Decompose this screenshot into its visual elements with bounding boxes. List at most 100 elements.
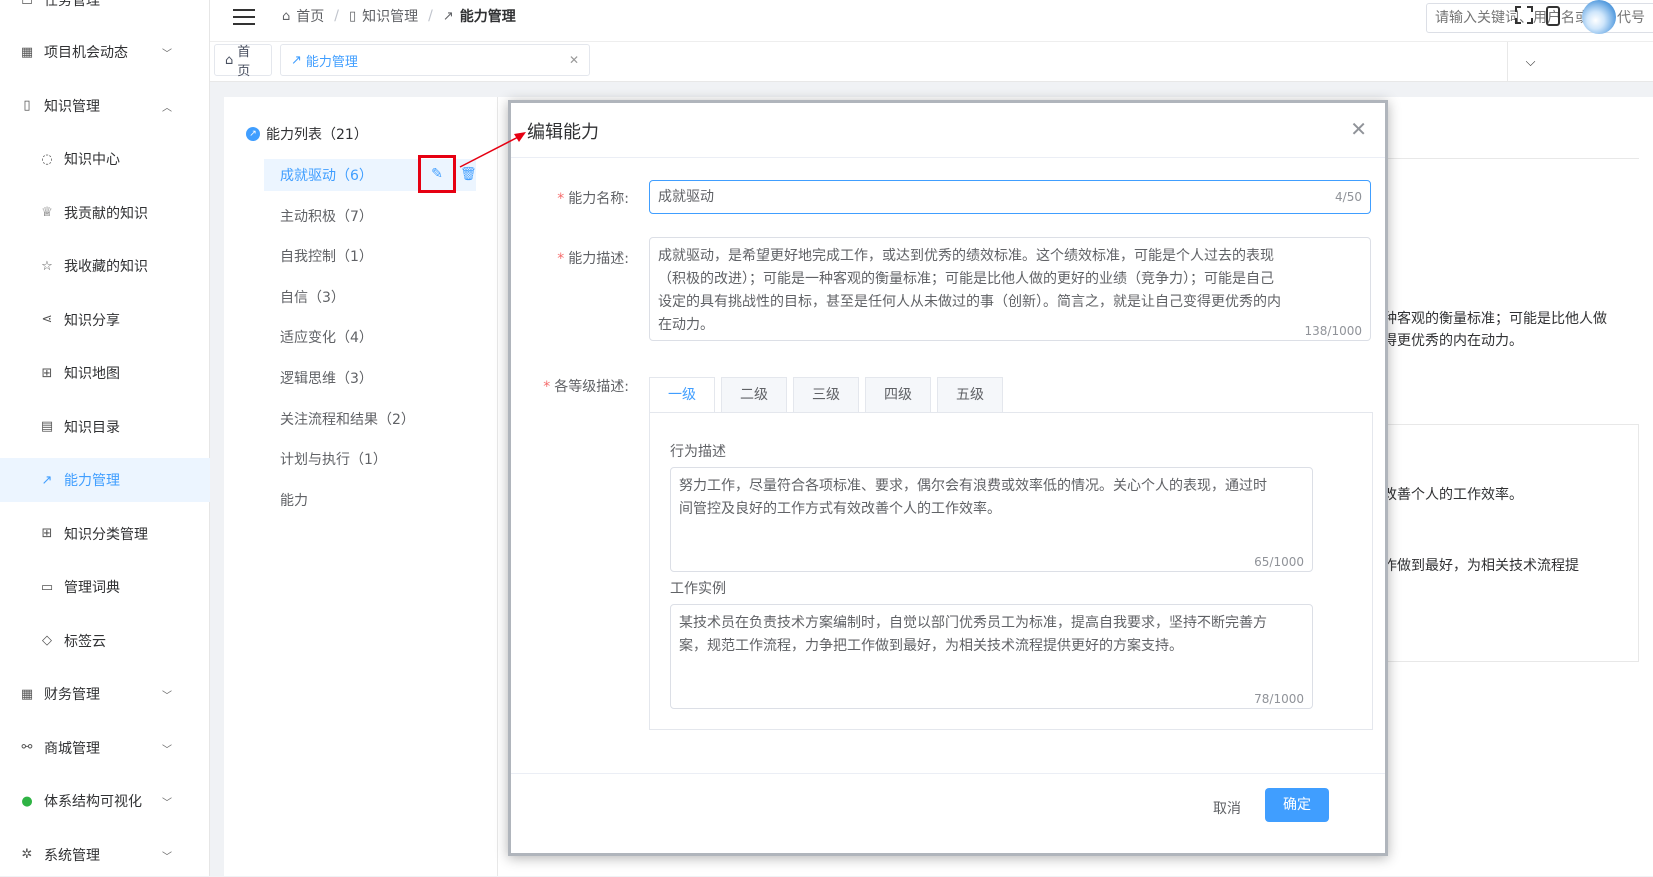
calendar-icon: ▦ (20, 44, 34, 60)
home-icon: ⌂ (225, 52, 234, 68)
trend-icon: ↗ (442, 8, 454, 24)
cancel-button[interactable]: 取消 (1199, 792, 1255, 826)
background-text: 得更优秀的内在动力。 (1383, 333, 1523, 349)
level-tab[interactable]: 四级 (865, 377, 931, 413)
level-tab[interactable]: 五级 (937, 377, 1003, 413)
sidebar-item[interactable]: ⚯ 商城管理 ﹀ (0, 726, 210, 770)
sidebar-item[interactable]: ◌ 知识中心 (0, 137, 210, 181)
dialog-footer: 取消 确定 (511, 773, 1385, 853)
trend-icon: ↗ (246, 127, 260, 141)
tree-item[interactable]: 成就驱动（6） ✎ 🗑 (264, 155, 477, 193)
sidebar-item-label: 我收藏的知识 (64, 259, 148, 275)
sidebar-item-label: 管理词典 (64, 580, 120, 596)
search-box: ⚲ (1426, 3, 1653, 33)
chevron-down-icon: ﹀ (162, 851, 172, 863)
grid-icon: ⊞ (41, 526, 53, 541)
chevron-down-icon: ⌵ (1525, 54, 1536, 70)
avatar[interactable] (1582, 0, 1616, 34)
sidebar-item[interactable]: ✲ 系统管理 ﹀ (0, 833, 210, 877)
tree-item[interactable]: 适应变化（4） (264, 321, 464, 353)
close-icon[interactable]: ✕ (569, 53, 579, 67)
tab-ability[interactable]: ↗ 能力管理 ✕ (280, 44, 590, 76)
chevron-up-icon: ︿ (162, 102, 172, 114)
level-tab[interactable]: 二级 (721, 377, 787, 413)
sidebar-item-label: 系统管理 (44, 847, 100, 864)
close-icon[interactable]: ✕ (1350, 117, 1367, 141)
sidebar-item[interactable]: ▤ 知识目录 (0, 405, 210, 449)
fullscreen-icon[interactable] (1515, 6, 1533, 24)
tree-item[interactable]: 逻辑思维（3） (264, 362, 464, 394)
name-label: * 能力名称: (557, 191, 629, 207)
sidebar-item-label: 标签云 (64, 633, 106, 650)
sidebar-item-label: 知识中心 (64, 152, 120, 168)
task-icon: ☐ (21, 0, 33, 8)
sidebar-item-label: 体系结构可视化 (44, 794, 142, 810)
sitemap-icon: ⊞ (41, 365, 53, 381)
sidebar-item[interactable]: ⊞ 知识地图 (0, 351, 210, 395)
behavior-label: 行为描述 (670, 444, 726, 460)
sidebar-item[interactable]: ▭ 管理词典 (0, 565, 210, 609)
level-tabs: 一级 二级 三级 四级 五级 行为描述 努力工作，尽量符合各项标准、要求，偶尔会有浪费或… (649, 377, 1373, 743)
sidebar-item-label: 知识地图 (64, 366, 120, 382)
sidebar-item-label: 商城管理 (44, 740, 100, 757)
behavior-textarea[interactable]: 努力工作，尽量符合各项标准、要求，偶尔会有浪费或效率低的情况。关心个人的表现，通… (670, 467, 1313, 572)
sidebar-item-label: 知识目录 (64, 419, 120, 436)
background-text: 作做到最好，为相关技术流程提 (1383, 558, 1579, 574)
sidebar-item[interactable]: ▦ 财务管理 ﹀ (0, 672, 210, 716)
search-input[interactable] (1427, 4, 1653, 32)
ability-desc-textarea[interactable]: 成就驱动，是希望更好地完成工作，或达到优秀的绩效标准。这个绩效标准，可能是个人过… (649, 237, 1371, 341)
sidebar-item[interactable]: ⋖ 知识分享 (0, 298, 210, 342)
sidebar-item[interactable]: ♕ 我贡献的知识 (0, 191, 210, 235)
breadcrumb-knowledge[interactable]: 知识管理 (362, 6, 418, 26)
sidebar-item[interactable]: ↗ 能力管理 (0, 458, 210, 502)
sidebar-item[interactable]: ◇ 标签云 (0, 619, 210, 663)
breadcrumb: ⌂ 首页 / ▯ 知识管理 / ↗ 能力管理 (282, 6, 516, 26)
book-icon: ▯ (348, 8, 357, 24)
dialog-title: 编辑能力 (527, 122, 599, 143)
level-tab[interactable]: 一级 (649, 377, 715, 413)
char-count: 4/50 (1335, 190, 1362, 204)
sidebar-item-label: 知识分享 (64, 312, 120, 329)
edit-ability-dialog: 编辑能力 ✕ * 能力名称: 成就驱动 4/50 * 能力描述: 成就驱动，是希望更… (508, 100, 1388, 856)
dialog-header: 编辑能力 ✕ (511, 103, 1385, 158)
delete-icon[interactable]: 🗑 (460, 167, 477, 182)
mobile-icon[interactable] (1546, 6, 1560, 26)
char-count: 138/1000 (1304, 324, 1363, 338)
sidebar-item[interactable]: ▦ 项目机会动态 ﹀ (0, 30, 210, 74)
tree-root[interactable]: ↗ 能力列表（21） (246, 124, 368, 144)
ability-name-input[interactable]: 成就驱动 4/50 (649, 180, 1371, 214)
tree-item[interactable]: 关注流程和结果（2） (264, 403, 464, 435)
list-icon: ▤ (40, 419, 54, 434)
edit-icon[interactable]: ✎ (418, 155, 456, 193)
tab-home[interactable]: ⌂ 首页 (214, 44, 272, 79)
breadcrumb-current: 能力管理 (459, 9, 516, 25)
confirm-button[interactable]: 确定 (1265, 788, 1329, 822)
breadcrumb-home[interactable]: 首页 (296, 6, 324, 26)
sidebar-item-label: 能力管理 (64, 473, 120, 489)
menu-toggle-icon[interactable] (233, 9, 255, 25)
tree-item[interactable]: 主动积极（7） (264, 200, 464, 232)
example-textarea[interactable]: 某技术员在负责技术方案编制时，自觉以部门优秀员工为标准，提高自我要求，坚持不断完… (670, 604, 1313, 709)
shop-icon: ⚯ (21, 740, 33, 755)
sidebar-item[interactable]: ⊞ 知识分类管理 (0, 512, 210, 556)
tree-item[interactable]: 自我控制（1） (264, 240, 464, 272)
level-tab[interactable]: 三级 (793, 377, 859, 413)
sidebar-item-task[interactable]: ☐ 任务管理 (0, 0, 210, 22)
dictionary-icon: ▭ (40, 579, 54, 595)
tree-item[interactable]: 自信（3） (264, 281, 464, 313)
tree-item[interactable]: 能力 (264, 484, 464, 516)
user-icon: ● (21, 793, 33, 809)
star-icon: ☆ (41, 258, 53, 274)
char-count: 65/1000 (1254, 555, 1304, 569)
sidebar-item-label: 财务管理 (44, 687, 100, 703)
sidebar: ☐ 任务管理 ▦ 项目机会动态 ﹀ ▯ 知识管理 ︿ ◌ 知识中心 ♕ 我贡献的知识 ☆ 我收藏的知识… (0, 0, 210, 876)
sidebar-item[interactable]: ● 体系结构可视化 ﹀ (0, 779, 210, 823)
sidebar-item[interactable]: ☆ 我收藏的知识 (0, 244, 210, 288)
tabs-dropdown-button[interactable]: ⌵ (1507, 42, 1553, 82)
sidebar-item-label: 任务管理 (44, 0, 100, 9)
background-card (1383, 424, 1639, 662)
sidebar-item[interactable]: ▯ 知识管理 ︿ (0, 84, 210, 128)
tag-icon: ◇ (42, 633, 52, 648)
example-label: 工作实例 (670, 581, 726, 597)
tree-item[interactable]: 计划与执行（1） (264, 443, 464, 475)
